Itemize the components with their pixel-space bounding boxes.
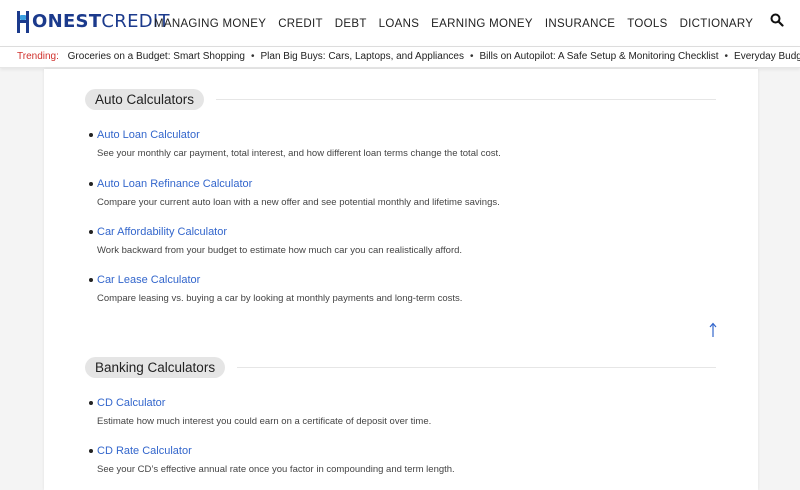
list-item: Car Lease Calculator Compare leasing vs.… xyxy=(88,273,463,305)
calculator-description: See your monthly car payment, total inte… xyxy=(97,148,501,159)
nav-dictionary[interactable]: DICTIONARY xyxy=(680,18,754,30)
search-icon[interactable] xyxy=(770,13,784,27)
calculator-link[interactable]: Auto Loan Calculator xyxy=(89,128,501,142)
trending-separator: • xyxy=(250,51,255,62)
list-item: Auto Loan Calculator See your monthly ca… xyxy=(89,128,501,160)
trending-item[interactable]: Groceries on a Budget: Smart Shopping xyxy=(68,51,245,62)
nav-debt[interactable]: DEBT xyxy=(335,18,367,30)
arrow-up-icon[interactable] xyxy=(708,322,718,338)
calculator-link[interactable]: CD Calculator xyxy=(88,396,431,410)
trending-item[interactable]: Plan Big Buys: Cars, Laptops, and Applia… xyxy=(261,51,464,62)
calculator-link[interactable]: CD Rate Calculator xyxy=(89,444,455,458)
calculator-description: Work backward from your budget to estima… xyxy=(97,245,463,256)
nav-managing-money[interactable]: MANAGING MONEY xyxy=(154,18,266,30)
trending-item[interactable]: Everyday Budget Apps: What... xyxy=(734,51,800,62)
section-divider xyxy=(237,367,716,368)
nav-earning-money[interactable]: EARNING MONEY xyxy=(431,18,533,30)
nav-insurance[interactable]: INSURANCE xyxy=(545,18,615,30)
list-item: Auto Loan Refinance Calculator Compare y… xyxy=(89,177,500,209)
site-header: ONESTCREDIT MANAGING MONEY CREDIT DEBT L… xyxy=(0,0,800,46)
calculator-description: Compare leasing vs. buying a car by look… xyxy=(97,293,463,304)
list-item: CD Rate Calculator See your CD’s effecti… xyxy=(89,444,455,476)
trending-label: Trending: xyxy=(17,51,59,62)
list-item: Car Affordability Calculator Work backwa… xyxy=(88,225,463,257)
logo-text-bold: ONEST xyxy=(32,11,102,32)
section-title: Auto Calculators xyxy=(85,89,205,110)
calculator-link[interactable]: Car Affordability Calculator xyxy=(88,225,462,239)
section-header-auto: Auto Calculators xyxy=(85,89,716,110)
logo-h-mark xyxy=(17,11,31,33)
trending-separator: • xyxy=(724,51,729,62)
trending-separator: • xyxy=(469,51,474,62)
section-header-banking: Banking Calculators xyxy=(85,357,716,378)
nav-tools[interactable]: TOOLS xyxy=(627,18,667,30)
main-nav: MANAGING MONEY CREDIT DEBT LOANS EARNING… xyxy=(154,18,765,30)
site-logo[interactable]: ONESTCREDIT xyxy=(17,10,170,34)
nav-credit[interactable]: CREDIT xyxy=(278,18,323,30)
calculator-link[interactable]: Car Lease Calculator xyxy=(88,273,462,287)
section-divider xyxy=(216,99,716,100)
list-item: CD Calculator Estimate how much interest… xyxy=(88,396,432,428)
calculators-content: Auto Calculators Auto Loan Calculator Se… xyxy=(44,69,758,490)
calculator-description: See your CD’s effective annual rate once… xyxy=(97,464,455,475)
trending-item[interactable]: Bills on Autopilot: A Safe Setup & Monit… xyxy=(479,51,718,62)
trending-bar: Trending: Groceries on a Budget: Smart S… xyxy=(0,46,800,68)
calculator-description: Estimate how much interest you could ear… xyxy=(97,416,432,427)
calculator-link[interactable]: Auto Loan Refinance Calculator xyxy=(89,177,500,191)
section-title: Banking Calculators xyxy=(85,357,226,378)
nav-loans[interactable]: LOANS xyxy=(379,18,420,30)
calculator-description: Compare your current auto loan with a ne… xyxy=(97,197,500,208)
